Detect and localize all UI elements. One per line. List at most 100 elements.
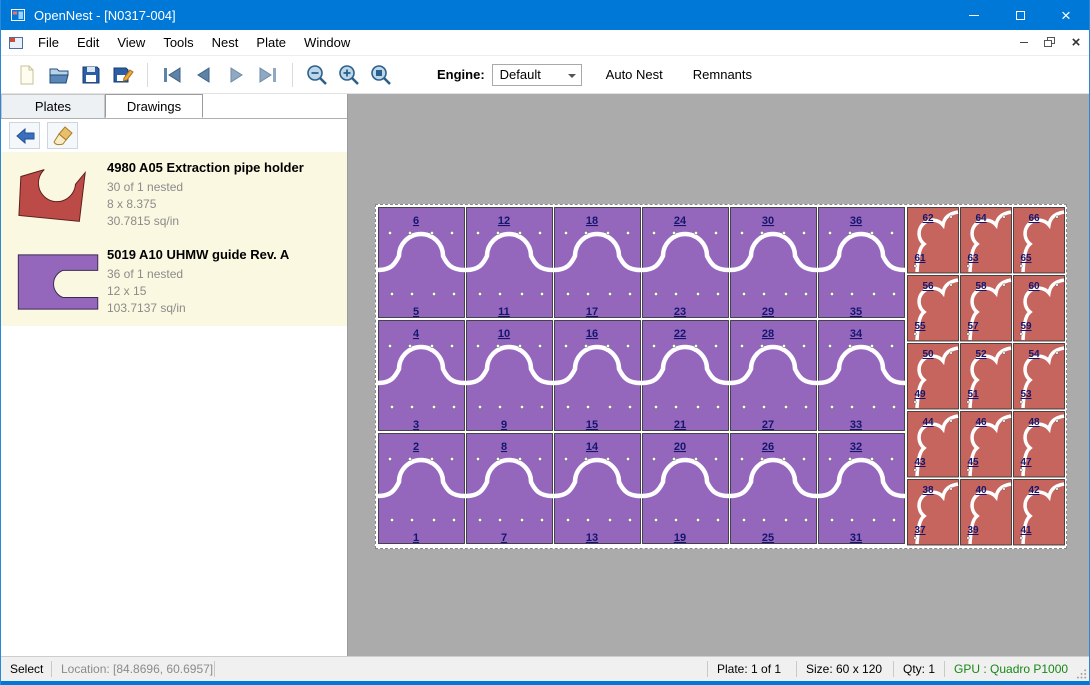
part-number-label[interactable]: 59 [1020,321,1032,332]
part-number-label[interactable]: 20 [674,441,686,453]
part-number-label[interactable]: 26 [762,441,774,453]
close-button[interactable]: × [1043,0,1089,30]
nested-part-pair-purple[interactable]: 28 27 [730,321,817,432]
part-number-label[interactable]: 1 [413,532,419,544]
part-number-label[interactable]: 51 [967,389,979,400]
nested-part-pair-purple[interactable]: 2019 [642,434,729,545]
nested-part-pair-red[interactable]: 5049 [908,344,959,410]
nested-part-pair-purple[interactable]: 24 23 [642,208,729,319]
open-button[interactable] [43,60,75,90]
nested-part-pair-purple[interactable]: 36 35 [818,208,905,319]
zoom-out-button[interactable] [301,60,333,90]
part-number-label[interactable]: 63 [967,253,979,264]
menu-file[interactable]: File [29,31,68,54]
part-number-label[interactable]: 19 [674,532,686,544]
drawing-list-item[interactable]: 5019 A10 UHMW guide Rev. A 36 of 1 neste… [1,239,347,326]
nested-part-pair-red[interactable]: 6261 [908,208,959,274]
part-number-label[interactable]: 50 [922,349,934,360]
part-number-label[interactable]: 41 [1020,525,1032,536]
nested-part-pair-red[interactable]: 60 59 [1014,276,1065,342]
nested-part-pair-purple[interactable]: 1615 [554,321,641,432]
part-number-label[interactable]: 14 [586,441,599,453]
nested-part-pair-purple[interactable]: 30 29 [730,208,817,319]
part-number-label[interactable]: 7 [501,532,507,544]
part-number-label[interactable]: 66 [1028,213,1040,224]
part-number-label[interactable]: 29 [762,306,774,318]
part-number-label[interactable]: 2 [413,441,419,453]
previous-plate-button[interactable] [188,60,220,90]
part-number-label[interactable]: 53 [1020,389,1032,400]
part-number-label[interactable]: 45 [967,457,979,468]
nested-part-pair-red[interactable]: 54 53 [1014,344,1065,410]
tab-drawings[interactable]: Drawings [105,94,203,118]
nested-part-pair-red[interactable]: 64 63 [961,208,1012,274]
part-number-label[interactable]: 23 [674,306,686,318]
part-number-label[interactable]: 4 [413,328,420,340]
part-number-label[interactable]: 13 [586,532,598,544]
part-number-label[interactable]: 48 [1028,417,1040,428]
nested-part-pair-purple[interactable]: 1817 [554,208,641,319]
menu-plate[interactable]: Plate [247,31,295,54]
part-number-label[interactable]: 12 [498,215,510,227]
replace-drawing-button[interactable] [9,122,40,149]
part-number-label[interactable]: 42 [1028,485,1040,496]
nested-part-pair-purple[interactable]: 87 [466,434,553,545]
nested-part-pair-purple[interactable]: 65 [378,208,465,319]
nested-part-pair-purple[interactable]: 34 33 [818,321,905,432]
resize-grip[interactable] [1075,657,1089,681]
remnants-button[interactable]: Remnants [687,63,758,86]
menu-window[interactable]: Window [295,31,359,54]
part-number-label[interactable]: 28 [762,328,774,340]
part-number-label[interactable]: 38 [922,485,934,496]
part-number-label[interactable]: 40 [975,485,987,496]
part-number-label[interactable]: 8 [501,441,507,453]
part-number-label[interactable]: 58 [975,281,987,292]
nested-part-pair-purple[interactable]: 14 13 [554,434,641,545]
part-number-label[interactable]: 31 [850,532,862,544]
nested-part-pair-red[interactable]: 58 57 [961,276,1012,342]
first-plate-button[interactable] [156,60,188,90]
part-number-label[interactable]: 46 [975,417,987,428]
part-number-label[interactable]: 9 [501,419,507,431]
part-number-label[interactable]: 34 [850,328,863,340]
part-number-label[interactable]: 30 [762,215,774,227]
menu-edit[interactable]: Edit [68,31,108,54]
part-number-label[interactable]: 15 [586,419,598,431]
next-plate-button[interactable] [220,60,252,90]
part-number-label[interactable]: 35 [850,306,862,318]
part-number-label[interactable]: 64 [975,213,987,224]
part-number-label[interactable]: 27 [762,419,774,431]
menu-nest[interactable]: Nest [203,31,248,54]
part-number-label[interactable]: 21 [674,419,686,431]
nested-part-pair-red[interactable]: 42 41 [1014,480,1065,546]
nested-part-pair-red[interactable]: 46 45 [961,412,1012,478]
part-number-label[interactable]: 6 [413,215,419,227]
part-number-label[interactable]: 32 [850,441,862,453]
part-number-label[interactable]: 52 [975,349,987,360]
part-number-label[interactable]: 56 [922,281,934,292]
part-number-label[interactable]: 44 [922,417,934,428]
part-number-label[interactable]: 39 [967,525,979,536]
nested-part-pair-purple[interactable]: 26 25 [730,434,817,545]
drawing-list-item[interactable]: 4980 A05 Extraction pipe holder 30 of 1 … [1,152,347,239]
nested-part-pair-purple[interactable]: 32 31 [818,434,905,545]
part-number-label[interactable]: 17 [586,306,598,318]
part-number-label[interactable]: 55 [914,321,926,332]
part-number-label[interactable]: 57 [967,321,979,332]
maximize-button[interactable] [997,0,1043,30]
part-number-label[interactable]: 47 [1020,457,1032,468]
last-plate-button[interactable] [252,60,284,90]
part-number-label[interactable]: 43 [914,457,926,468]
part-number-label[interactable]: 24 [674,215,687,227]
nested-part-pair-red[interactable]: 56 55 [908,276,959,342]
save-as-button[interactable] [107,60,139,90]
menu-tools[interactable]: Tools [154,31,202,54]
part-number-label[interactable]: 33 [850,419,862,431]
part-number-label[interactable]: 3 [413,419,419,431]
part-number-label[interactable]: 25 [762,532,774,544]
mdi-restore-button[interactable] [1037,32,1063,54]
auto-nest-button[interactable]: Auto Nest [600,63,669,86]
part-number-label[interactable]: 36 [850,215,862,227]
part-number-label[interactable]: 60 [1028,281,1040,292]
part-number-label[interactable]: 54 [1028,349,1040,360]
